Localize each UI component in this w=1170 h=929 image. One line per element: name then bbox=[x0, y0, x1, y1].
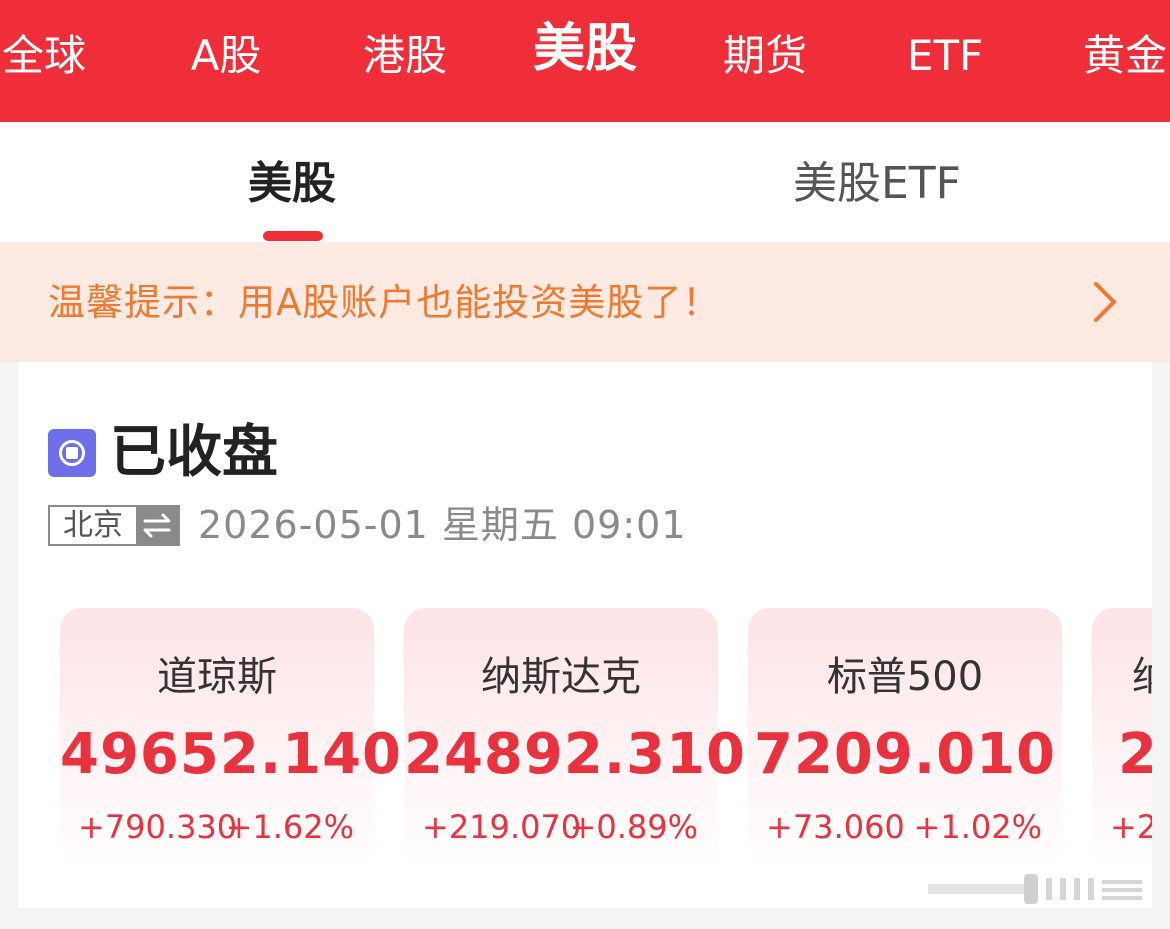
index-name: 道琼斯 bbox=[157, 654, 277, 700]
subtab-us-stocks[interactable]: 美股 bbox=[248, 122, 336, 242]
index-value: 2 bbox=[1118, 722, 1152, 787]
index-value: 49652.140 bbox=[60, 722, 402, 787]
index-card-dow[interactable]: 道琼斯 49652.140 +790.330 +1.62% bbox=[60, 608, 402, 872]
tab-gold[interactable]: 黄金 bbox=[1083, 0, 1167, 112]
market-datetime: 2026-05-01 星期五 09:01 bbox=[198, 503, 687, 547]
chevron-right-icon bbox=[1094, 282, 1116, 322]
index-change: +73.060 bbox=[766, 808, 905, 846]
subtab-us-etf[interactable]: 美股ETF bbox=[793, 122, 961, 242]
sub-tabs: 美股 美股ETF bbox=[0, 122, 1170, 242]
tab-global[interactable]: 全球 bbox=[2, 0, 86, 112]
index-name: 纳 bbox=[1132, 652, 1152, 702]
index-value: 7209.010 bbox=[753, 722, 1057, 787]
tab-us-stocks[interactable]: 美股 bbox=[533, 0, 637, 112]
tip-text: 温馨提示：用A股账户也能投资美股了！ bbox=[48, 281, 721, 324]
index-change-percent: +1.02% bbox=[913, 808, 1042, 846]
index-change-percent: +0.89% bbox=[569, 808, 698, 846]
index-card-nasdaq[interactable]: 纳斯达克 24892.310 +219.070 +0.89% bbox=[404, 608, 746, 872]
index-card-sp500[interactable]: 标普500 7209.010 +73.060 +1.02% bbox=[748, 608, 1062, 872]
tab-a-shares[interactable]: A股 bbox=[191, 0, 262, 112]
tip-banner[interactable]: 温馨提示：用A股账户也能投资美股了！ bbox=[0, 242, 1170, 362]
market-nav: 全球 A股 港股 美股 期货 ETF 黄金 bbox=[0, 0, 1170, 122]
index-change: +790.330 bbox=[78, 808, 238, 846]
active-tab-indicator bbox=[263, 231, 323, 241]
index-change: +219.070 bbox=[422, 808, 582, 846]
market-status: 已收盘 bbox=[110, 420, 278, 485]
watermark-logo bbox=[928, 874, 1142, 904]
tab-hk-stocks[interactable]: 港股 bbox=[363, 0, 447, 112]
timezone-toggle[interactable]: 北京 bbox=[48, 505, 180, 546]
index-name: 标普500 bbox=[826, 654, 984, 700]
index-change-percent: +1.62% bbox=[225, 808, 354, 846]
index-card-partial[interactable]: 纳 2 +2 bbox=[1092, 608, 1152, 872]
stop-circle-icon bbox=[48, 429, 96, 477]
index-change: +2 bbox=[1110, 808, 1152, 846]
tab-futures[interactable]: 期货 bbox=[723, 0, 807, 112]
timezone-label: 北京 bbox=[63, 508, 123, 543]
index-name: 纳斯达克 bbox=[481, 654, 641, 700]
swap-icon bbox=[136, 507, 178, 544]
tab-etf[interactable]: ETF bbox=[907, 0, 983, 112]
index-value: 24892.310 bbox=[404, 722, 746, 787]
